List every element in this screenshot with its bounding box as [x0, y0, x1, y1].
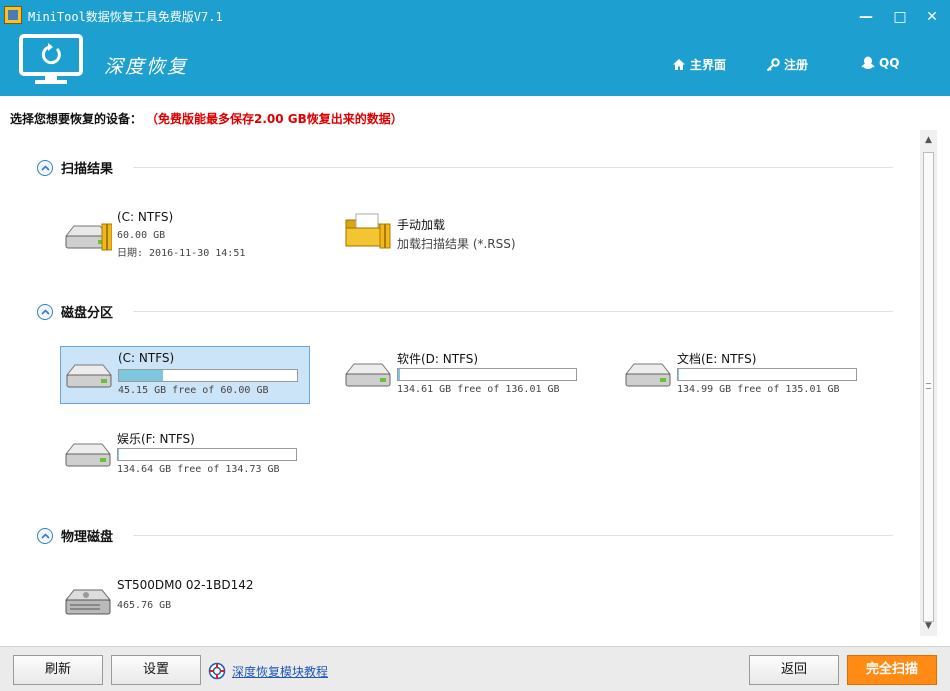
section-divider — [133, 535, 893, 536]
partition-free-space: 134.64 GB free of 134.73 GB — [117, 464, 280, 475]
key-icon — [766, 57, 780, 71]
section-title: 磁盘分区 — [61, 306, 114, 321]
nav-home-label: 主界面 — [690, 58, 727, 72]
window-title: MiniTool数据恢复工具免费版V7.1 — [28, 10, 223, 24]
scroll-up-arrow-icon[interactable]: ▲ — [920, 132, 937, 149]
disk-size: 465.76 GB — [117, 600, 172, 611]
footer-bar: 刷新 设置 深度恢复模块教程 返回 完全扫描 — [0, 646, 950, 691]
usage-bar — [397, 368, 577, 381]
home-icon — [673, 59, 685, 70]
usage-bar-fill — [398, 369, 400, 380]
partition-free-space: 134.61 GB free of 136.01 GB — [397, 384, 560, 395]
tutorial-link-label: 深度恢复模块教程 — [232, 664, 329, 679]
partition-item-c[interactable]: (C: NTFS) 45.15 GB free of 60.00 GB — [60, 346, 310, 404]
usage-bar — [117, 448, 297, 461]
device-size: 60.00 GB — [117, 230, 166, 241]
physical-disk-item[interactable]: ST500DM0 02-1BD142 465.76 GB — [60, 574, 310, 632]
product-name: 深度恢复 — [104, 56, 189, 78]
maximize-button[interactable]: □ — [892, 9, 908, 25]
collapse-partitions-icon[interactable] — [37, 303, 53, 320]
title-bar: MiniTool数据恢复工具免费版V7.1 — □ ✕ — [0, 0, 950, 32]
collapse-scan-results-icon[interactable] — [37, 159, 53, 176]
folder-icon — [345, 213, 391, 249]
partition-drive-icon — [64, 443, 112, 467]
device-name: (C: NTFS) — [117, 210, 174, 224]
qq-penguin-icon — [861, 56, 875, 69]
scroll-down-arrow-icon[interactable]: ▼ — [920, 618, 937, 635]
minimize-button[interactable]: — — [858, 9, 874, 25]
app-header: MiniTool数据恢复工具免费版V7.1 — □ ✕ 深度恢复 主界面 注册 … — [0, 0, 950, 96]
full-scan-button[interactable]: 完全扫描 — [847, 655, 937, 685]
disk-name: ST500DM0 02-1BD142 — [117, 578, 254, 592]
free-version-warning: （免费版能最多保存2.00 GB恢复出来的数据） — [152, 112, 403, 126]
back-button[interactable]: 返回 — [749, 655, 839, 685]
scan-date: 日期: 2016-11-30 14:51 — [117, 248, 246, 259]
monitor-recovery-icon — [19, 34, 83, 84]
partition-item-e[interactable]: 文档(E: NTFS) 134.99 GB free of 135.01 GB — [620, 346, 870, 404]
vertical-scrollbar[interactable]: ▲ ▼ — [920, 130, 937, 636]
section-divider — [133, 311, 893, 312]
close-button[interactable]: ✕ — [924, 9, 940, 25]
settings-button[interactable]: 设置 — [111, 655, 201, 685]
partition-free-space: 134.99 GB free of 135.01 GB — [677, 384, 840, 395]
device-prompt: 选择您想要恢复的设备： （免费版能最多保存2.00 GB恢复出来的数据） — [10, 110, 403, 127]
partition-free-space: 45.15 GB free of 60.00 GB — [118, 385, 269, 396]
section-title: 扫描结果 — [61, 162, 114, 177]
partition-item-f[interactable]: 娱乐(F: NTFS) 134.64 GB free of 134.73 GB — [60, 426, 310, 484]
tutorial-link[interactable]: 深度恢复模块教程 — [208, 662, 328, 680]
section-divider — [133, 167, 893, 168]
partition-drive-icon — [65, 364, 113, 388]
scroll-thumb[interactable] — [923, 152, 934, 622]
nav-register-link[interactable]: 注册 — [766, 56, 808, 73]
partition-name: 文档(E: NTFS) — [677, 352, 757, 366]
usage-bar-fill — [119, 370, 164, 381]
nav-register-label: 注册 — [784, 58, 809, 72]
partition-name: (C: NTFS) — [118, 351, 175, 365]
manual-load-title: 手动加载 — [397, 218, 446, 232]
partition-item-d[interactable]: 软件(D: NTFS) 134.61 GB free of 136.01 GB — [340, 346, 590, 404]
partition-name: 软件(D: NTFS) — [397, 352, 479, 366]
usage-bar — [677, 368, 857, 381]
physical-disk-icon — [64, 589, 112, 615]
app-logo-icon — [4, 6, 22, 24]
device-list: 扫描结果 (C: NTFS) 60.00 GB 日期: 2016-11-30 1… — [0, 130, 920, 640]
device-prompt-label: 选择您想要恢复的设备： — [10, 112, 143, 126]
partition-name: 娱乐(F: NTFS) — [117, 432, 195, 446]
section-partitions: 磁盘分区 — [37, 302, 113, 321]
nav-qq-label: QQ — [879, 56, 900, 70]
section-physical-disks: 物理磁盘 — [37, 526, 113, 545]
partition-drive-icon — [624, 363, 672, 387]
manual-load-description: 加载扫描结果 (*.RSS) — [397, 237, 516, 251]
lifebuoy-icon — [208, 662, 226, 680]
section-scan-results: 扫描结果 — [37, 158, 113, 177]
nav-qq-link[interactable]: QQ — [861, 56, 899, 70]
refresh-button[interactable]: 刷新 — [13, 655, 103, 685]
hard-drive-icon — [64, 223, 112, 251]
partition-drive-icon — [344, 363, 392, 387]
collapse-physical-disks-icon[interactable] — [37, 527, 53, 544]
nav-home-link[interactable]: 主界面 — [672, 56, 726, 73]
scan-result-item[interactable]: (C: NTFS) 60.00 GB 日期: 2016-11-30 14:51 — [60, 206, 310, 264]
section-title: 物理磁盘 — [61, 530, 114, 545]
usage-bar — [118, 369, 298, 382]
scroll-grip-icon — [926, 383, 931, 389]
manual-load-item[interactable]: 手动加载 加载扫描结果 (*.RSS) — [340, 206, 590, 264]
